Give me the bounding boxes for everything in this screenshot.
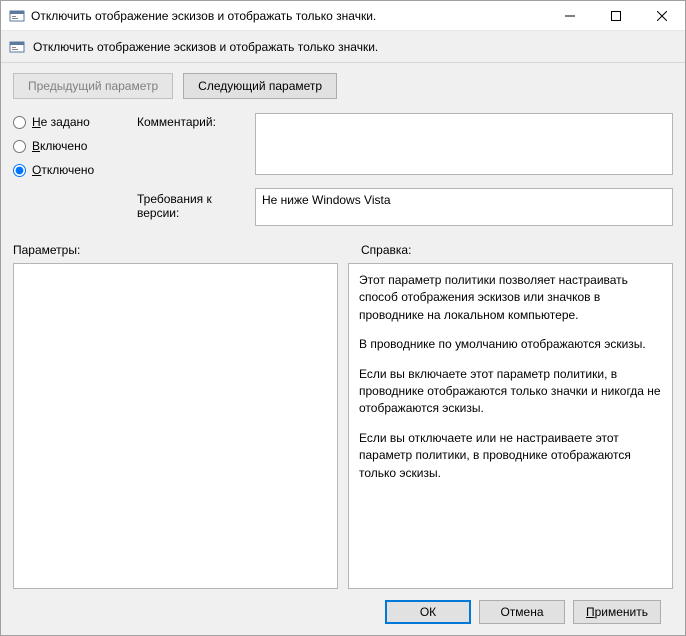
window-controls xyxy=(547,1,685,31)
radio-disabled-input[interactable] xyxy=(13,164,26,177)
minimize-button[interactable] xyxy=(547,1,593,31)
panes: Этот параметр политики позволяет настраи… xyxy=(13,263,673,589)
help-paragraph: Этот параметр политики позволяет настраи… xyxy=(359,272,662,324)
apply-button[interactable]: Применить xyxy=(573,600,661,624)
pane-labels: Параметры: Справка: xyxy=(13,243,673,257)
cancel-button[interactable]: Отмена xyxy=(479,600,565,624)
titlebar: Отключить отображение эскизов и отобража… xyxy=(1,1,685,31)
footer: ОК Отмена Применить xyxy=(13,589,673,635)
radio-enabled-label: Включено xyxy=(32,139,87,153)
radio-enabled-input[interactable] xyxy=(13,140,26,153)
help-paragraph: В проводнике по умолчанию отображаются э… xyxy=(359,336,662,353)
help-paragraph: Если вы отключаете или не настраиваете э… xyxy=(359,430,662,482)
previous-parameter-button[interactable]: Предыдущий параметр xyxy=(13,73,173,99)
subheader: Отключить отображение эскизов и отобража… xyxy=(1,31,685,63)
nav-row: Предыдущий параметр Следующий параметр xyxy=(13,73,673,99)
subheader-text: Отключить отображение эскизов и отобража… xyxy=(33,40,378,54)
radio-enabled[interactable]: Включено xyxy=(13,139,129,153)
next-parameter-button[interactable]: Следующий параметр xyxy=(183,73,337,99)
radio-disabled-label: Отключено xyxy=(32,163,94,177)
help-label: Справка: xyxy=(361,243,411,257)
ok-button[interactable]: ОК xyxy=(385,600,471,624)
app-icon xyxy=(9,8,25,24)
radio-not-configured-input[interactable] xyxy=(13,116,26,129)
policy-icon xyxy=(9,39,25,55)
parameters-label: Параметры: xyxy=(13,243,361,257)
window-title: Отключить отображение эскизов и отобража… xyxy=(31,9,547,23)
parameters-pane[interactable] xyxy=(13,263,338,589)
radio-not-configured[interactable]: Не задано xyxy=(13,115,129,129)
content-area: Предыдущий параметр Следующий параметр Н… xyxy=(1,63,685,635)
comment-textarea[interactable] xyxy=(255,113,673,175)
requirements-textarea[interactable] xyxy=(255,188,673,226)
radio-not-configured-label: Не задано xyxy=(32,115,90,129)
radio-disabled[interactable]: Отключено xyxy=(13,163,129,177)
requirements-label: Требования к версии: xyxy=(137,188,247,229)
help-paragraph: Если вы включаете этот параметр политики… xyxy=(359,366,662,418)
help-pane[interactable]: Этот параметр политики позволяет настраи… xyxy=(348,263,673,589)
maximize-button[interactable] xyxy=(593,1,639,31)
settings-grid: Не задано Включено Отключено Комментарий… xyxy=(13,113,673,229)
close-button[interactable] xyxy=(639,1,685,31)
state-radios: Не задано Включено Отключено xyxy=(13,113,129,229)
comment-label: Комментарий: xyxy=(137,113,247,178)
